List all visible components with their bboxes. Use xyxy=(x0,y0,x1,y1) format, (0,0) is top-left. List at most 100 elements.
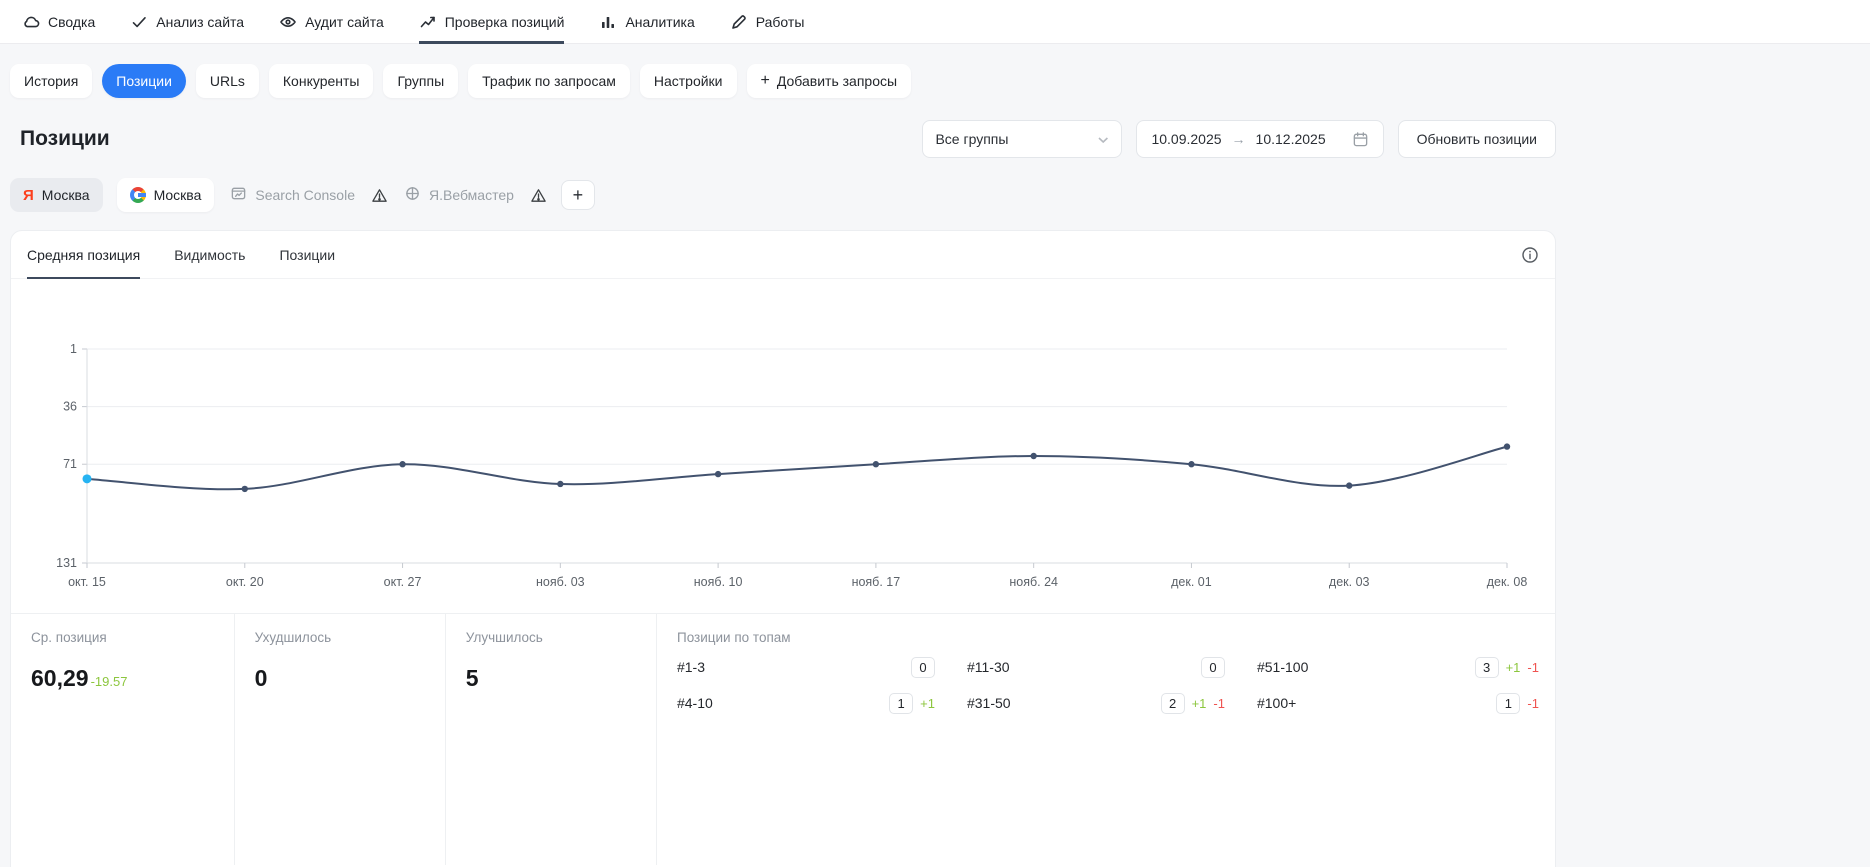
stat-value: 60,29 xyxy=(31,665,89,692)
line-chart-icon xyxy=(419,13,437,31)
svg-text:131: 131 xyxy=(56,556,77,570)
chart-tab-label: Позиции xyxy=(279,247,335,263)
nav-item-site-analysis[interactable]: Анализ сайта xyxy=(130,0,244,44)
tab-urls[interactable]: URLs xyxy=(196,64,259,98)
svg-text:окт. 27: окт. 27 xyxy=(384,575,422,589)
line-chart[interactable]: 13671131окт. 15окт. 20окт. 27нояб. 03ноя… xyxy=(23,331,1533,599)
svg-text:дек. 03: дек. 03 xyxy=(1329,575,1370,589)
chart-tab-visibility[interactable]: Видимость xyxy=(174,231,245,279)
check-icon xyxy=(130,13,148,31)
engine-chip-label: Москва xyxy=(42,187,90,203)
group-filter-select[interactable]: Все группы xyxy=(922,120,1122,158)
tab-label: Конкуренты xyxy=(283,73,360,89)
update-positions-button[interactable]: Обновить позиции xyxy=(1398,120,1556,158)
info-icon[interactable] xyxy=(1521,246,1539,264)
top-range-label: #100+ xyxy=(1257,695,1296,711)
top-range-label: #4-10 xyxy=(677,695,713,711)
tab-label: История xyxy=(24,73,78,89)
tab-label: Добавить запросы xyxy=(777,73,897,89)
engine-chip-google[interactable]: Москва xyxy=(117,178,215,212)
engine-chip-label: Search Console xyxy=(255,187,355,203)
nav-item-label: Анализ сайта xyxy=(156,14,244,30)
warning-icon[interactable] xyxy=(371,187,388,204)
top-range-row: #31-50 2+1-1 xyxy=(967,685,1225,721)
top-range-row: #100+ 1-1 xyxy=(1257,685,1539,721)
count-badge[interactable]: 2 xyxy=(1161,693,1185,714)
svg-text:71: 71 xyxy=(63,457,77,471)
search-engines-row: Я Москва Москва Search Console Я.Вебмаст… xyxy=(10,178,1556,212)
count-badge[interactable]: 0 xyxy=(1201,657,1225,678)
date-range-picker[interactable]: 10.09.2025 → 10.12.2025 xyxy=(1136,120,1383,158)
add-engine-button[interactable]: + xyxy=(561,180,595,210)
nav-item-label: Аналитика xyxy=(625,14,694,30)
yandex-icon: Я xyxy=(23,187,34,204)
chart-tab-label: Средняя позиция xyxy=(27,247,140,263)
header-controls: Все группы 10.09.2025 → 10.12.2025 Обнов… xyxy=(922,120,1556,158)
engine-chip-label: Москва xyxy=(154,187,202,203)
nav-item-site-audit[interactable]: Аудит сайта xyxy=(279,0,384,44)
stat-delta: -19.57 xyxy=(91,674,128,689)
page-header: Позиции Все группы 10.09.2025 → 10.12.20… xyxy=(10,120,1556,158)
bar-chart-icon xyxy=(599,13,617,31)
section-tabs: История Позиции URLs Конкуренты Группы Т… xyxy=(10,64,1556,98)
nav-item-label: Работы xyxy=(756,14,805,30)
page-title: Позиции xyxy=(20,127,110,151)
cloud-icon xyxy=(22,13,40,31)
average-position-chart: 13671131окт. 15окт. 20окт. 27нояб. 03ноя… xyxy=(11,279,1555,599)
tab-query-traffic[interactable]: Трафик по запросам xyxy=(468,64,630,98)
delta-up: +1 xyxy=(920,696,935,711)
plus-icon: + xyxy=(573,185,584,206)
stat-label: Позиции по топам xyxy=(677,630,1555,645)
tab-groups[interactable]: Группы xyxy=(383,64,458,98)
yandex-webmaster-icon xyxy=(404,185,421,205)
calendar-icon xyxy=(1352,131,1369,148)
stat-top-positions: Позиции по топам #1-3 0 #4-10 1 +1 xyxy=(656,614,1555,865)
tab-label: Настройки xyxy=(654,73,723,89)
svg-text:дек. 01: дек. 01 xyxy=(1171,575,1212,589)
plus-icon: + xyxy=(761,73,770,89)
svg-text:нояб. 24: нояб. 24 xyxy=(1009,575,1058,589)
tab-competitors[interactable]: Конкуренты xyxy=(269,64,374,98)
add-queries-button[interactable]: + Добавить запросы xyxy=(747,64,912,98)
date-to: 10.12.2025 xyxy=(1256,131,1326,147)
google-icon xyxy=(130,187,146,203)
nav-item-analytics[interactable]: Аналитика xyxy=(599,0,694,44)
svg-text:окт. 15: окт. 15 xyxy=(68,575,106,589)
count-badge[interactable]: 1 xyxy=(889,693,913,714)
engine-chip-yandex-webmaster[interactable]: Я.Вебмастер xyxy=(402,178,516,212)
chart-tabs: Средняя позиция Видимость Позиции xyxy=(11,231,1555,279)
count-badge[interactable]: 1 xyxy=(1496,693,1520,714)
tab-settings[interactable]: Настройки xyxy=(640,64,737,98)
chevron-down-icon xyxy=(1098,131,1109,147)
count-badge[interactable]: 0 xyxy=(911,657,935,678)
group-filter-value: Все группы xyxy=(935,131,1008,147)
nav-item-summary[interactable]: Сводка xyxy=(22,0,95,44)
count-badge[interactable]: 3 xyxy=(1475,657,1499,678)
chart-tab-average-position[interactable]: Средняя позиция xyxy=(27,231,140,279)
warning-icon[interactable] xyxy=(530,187,547,204)
chart-tab-positions[interactable]: Позиции xyxy=(279,231,335,279)
tab-label: Позиции xyxy=(116,73,172,89)
delta-up: +1 xyxy=(1506,660,1521,675)
tops-column: #1-3 0 #4-10 1 +1 xyxy=(677,649,935,721)
top-range-row: #1-3 0 xyxy=(677,649,935,685)
engine-chip-search-console[interactable]: Search Console xyxy=(228,178,357,212)
pencil-icon xyxy=(730,13,748,31)
svg-text:36: 36 xyxy=(63,400,77,414)
arrow-right-icon: → xyxy=(1232,131,1246,147)
tab-label: Группы xyxy=(397,73,444,89)
stat-improved: Улучшилось 5 xyxy=(445,614,656,865)
chart-tab-label: Видимость xyxy=(174,247,245,263)
engine-chip-yandex[interactable]: Я Москва xyxy=(10,178,103,212)
engine-chip-label: Я.Вебмастер xyxy=(429,187,514,203)
top-range-label: #1-3 xyxy=(677,659,705,675)
nav-item-works[interactable]: Работы xyxy=(730,0,805,44)
svg-text:нояб. 03: нояб. 03 xyxy=(536,575,585,589)
top-range-row: #4-10 1 +1 xyxy=(677,685,935,721)
stat-worsened: Ухудшилось 0 xyxy=(234,614,445,865)
tab-positions[interactable]: Позиции xyxy=(102,64,186,98)
nav-item-position-check[interactable]: Проверка позиций xyxy=(419,0,565,44)
tab-history[interactable]: История xyxy=(10,64,92,98)
tops-grid: #1-3 0 #4-10 1+1 #11-30 0 xyxy=(677,649,1555,721)
stat-label: Улучшилось xyxy=(466,630,656,645)
